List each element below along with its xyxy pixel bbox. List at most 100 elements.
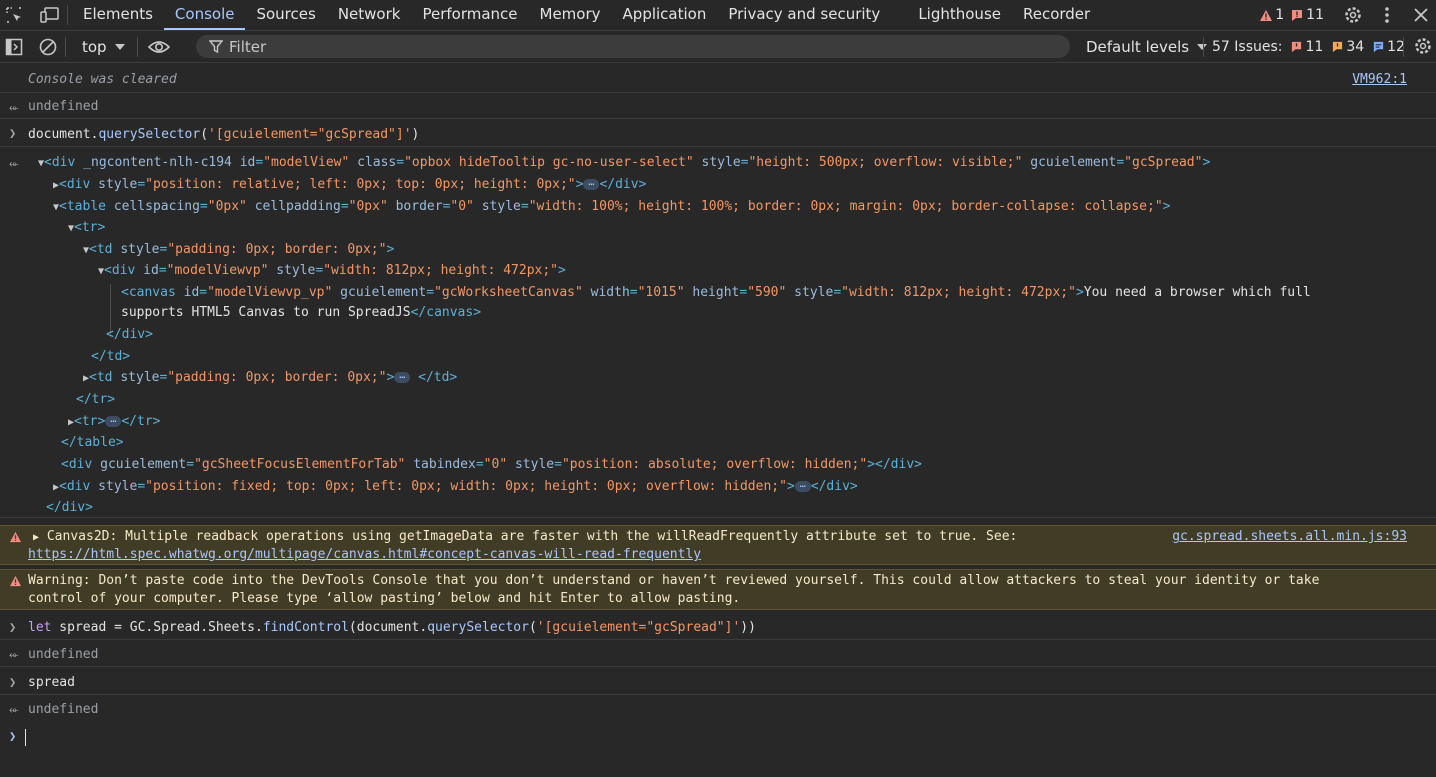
error-issue-icon: [1292, 41, 1302, 52]
dom-node-fixed-div[interactable]: ▶<div style="position: fixed; top: 0px; …: [53, 479, 858, 494]
more-options-icon[interactable]: [1376, 4, 1398, 26]
inspect-element-icon[interactable]: [3, 4, 25, 26]
dom-tree-result: ⬰ ▼<div _ngcontent-nlh-c194 id="modelVie…: [0, 148, 1436, 518]
dom-node-modelview[interactable]: ▼<div _ngcontent-nlh-c194 id="modelView"…: [38, 155, 1210, 170]
toolbar-divider: [136, 36, 138, 57]
tab-recorder[interactable]: Recorder: [1012, 0, 1101, 30]
dom-close-td: </td>: [91, 349, 131, 364]
context-label: top: [82, 37, 107, 56]
tab-divider: [67, 5, 68, 25]
command-text[interactable]: document.querySelector('[gcuielement="gc…: [28, 127, 419, 142]
console-toolbar: top Filter Default levels 57 Issues: 11 …: [0, 31, 1436, 63]
command-text[interactable]: let spread = GC.Spread.Sheets.findContro…: [28, 620, 756, 635]
dom-close-div: </div>: [106, 327, 153, 342]
ellipsis-badge[interactable]: …: [794, 480, 811, 492]
console-input-row: ❯ let spread = GC.Spread.Sheets.findCont…: [0, 614, 1436, 640]
dom-close-table: </table>: [61, 435, 124, 450]
dom-node-relative-div[interactable]: ▶<div style="position: relative; left: 0…: [53, 177, 646, 192]
dom-node-table[interactable]: ▼<table cellspacing="0px" cellpadding="0…: [53, 199, 1170, 214]
collapsed-triangle-icon[interactable]: ▶: [33, 532, 39, 543]
tab-application[interactable]: Application: [612, 0, 718, 30]
dom-node-focus-div[interactable]: <div gcuielement="gcSheetFocusElementFor…: [61, 457, 922, 472]
issues-counter[interactable]: 57 Issues: 11 34 12: [1212, 31, 1405, 62]
toolbar-divider: [1403, 37, 1404, 57]
settings-gear-icon[interactable]: [1342, 4, 1364, 26]
warning-issue-icon: [1333, 41, 1343, 52]
result-arrow-icon: ⬰: [9, 100, 19, 114]
result-value: undefined: [28, 647, 99, 662]
result-arrow-icon: ⬰: [9, 156, 19, 170]
dom-node-tr-2[interactable]: ▶<tr>… </tr>: [68, 414, 160, 429]
dom-node-td-2[interactable]: ▶<td style="padding: 0px; border: 0px;">…: [83, 370, 457, 385]
tab-performance[interactable]: Performance: [411, 0, 528, 30]
dom-node-td[interactable]: ▼<td style="padding: 0px; border: 0px;">: [83, 242, 394, 257]
tab-network[interactable]: Network: [327, 0, 412, 30]
tab-elements[interactable]: Elements: [72, 0, 164, 30]
text-cursor: [25, 729, 26, 746]
issues-warnings-count: 34: [1346, 38, 1365, 55]
info-issue-icon: [1374, 41, 1384, 52]
live-expression-eye-icon[interactable]: [147, 36, 170, 58]
result-arrow-icon: ⬰: [9, 702, 19, 716]
log-levels-label: Default levels: [1086, 37, 1190, 56]
result-arrow-icon: ⬰: [9, 647, 19, 661]
error-count: 11: [1306, 7, 1324, 23]
dom-canvas-text-line2: supports HTML5 Canvas to run SpreadJS</c…: [121, 305, 482, 320]
prompt-chevron-icon: ❯: [9, 729, 17, 743]
filter-funnel-icon: [209, 40, 223, 53]
filter-placeholder: Filter: [229, 37, 267, 56]
ellipsis-badge[interactable]: …: [394, 371, 411, 383]
input-chevron-icon: ❯: [9, 126, 17, 140]
chevron-down-icon: [114, 43, 125, 50]
warning-count: 1: [1275, 7, 1285, 23]
warning-triangle-icon: [9, 575, 22, 587]
close-icon[interactable]: [1410, 4, 1432, 26]
dom-node-tr[interactable]: ▼<tr>: [68, 220, 105, 235]
issues-label: 57 Issues:: [1212, 38, 1283, 55]
console-cleared-text: Console was cleared: [28, 72, 177, 87]
input-chevron-icon: ❯: [9, 675, 17, 689]
devtools-tab-bar: Elements Console Sources Network Perform…: [0, 0, 1436, 31]
tab-memory[interactable]: Memory: [529, 0, 612, 30]
toolbar-divider: [65, 36, 66, 57]
console-warning-canvas2d: ▶ Canvas2D: Multiple readback operations…: [0, 525, 1436, 565]
console-result-row: ⬰ undefined: [0, 641, 1436, 667]
input-chevron-icon: ❯: [9, 620, 17, 634]
result-value: undefined: [28, 702, 99, 717]
warning-triangle-icon: [9, 531, 22, 543]
console-cleared-message: Console was cleared VM962:1: [0, 63, 1436, 93]
warning-count-badge[interactable]: 1: [1259, 7, 1284, 23]
tab-console[interactable]: Console: [163, 0, 246, 30]
filter-input[interactable]: Filter: [196, 35, 1070, 58]
warning-icon: [1260, 9, 1273, 21]
tab-sources[interactable]: Sources: [245, 0, 326, 30]
source-link-gc-spread[interactable]: gc.spread.sheets.all.min.js:93: [1172, 529, 1407, 544]
log-levels-dropdown[interactable]: Default levels: [1086, 31, 1208, 62]
console-input-row: ❯ spread: [0, 668, 1436, 695]
ellipsis-badge[interactable]: …: [583, 178, 600, 190]
paste-warning-line1: Warning: Don’t paste code into the DevTo…: [28, 573, 1320, 588]
source-link-vm962[interactable]: VM962:1: [1352, 72, 1407, 87]
context-selector[interactable]: top: [82, 38, 125, 56]
error-flag-icon: [1292, 9, 1303, 21]
command-text[interactable]: spread: [28, 675, 75, 690]
tab-lighthouse[interactable]: Lighthouse: [907, 0, 1012, 30]
tab-privacy-and-security[interactable]: Privacy and security: [717, 0, 891, 30]
dom-node-canvas[interactable]: <canvas id="modelViewvp_vp" gcuielement=…: [121, 285, 1311, 300]
console-settings-gear-icon[interactable]: [1412, 35, 1434, 57]
device-toolbar-icon[interactable]: [39, 4, 61, 26]
warning-spec-link[interactable]: https://html.spec.whatwg.org/multipage/c…: [28, 547, 701, 562]
console-result-row: ⬰ undefined: [0, 94, 1436, 119]
result-value: undefined: [28, 99, 99, 114]
dom-node-viewport-div[interactable]: ▼<div id="modelViewvp" style="width: 812…: [98, 263, 566, 278]
console-prompt[interactable]: ❯: [0, 724, 1436, 754]
ellipsis-badge[interactable]: …: [105, 415, 122, 427]
clear-console-icon[interactable]: [37, 36, 59, 58]
dom-close-div-root: </div>: [46, 500, 93, 515]
dom-close-tr: </tr>: [76, 392, 116, 407]
console-input-row: ❯ document.querySelector('[gcuielement="…: [0, 120, 1436, 147]
error-count-badge[interactable]: 11: [1290, 7, 1324, 23]
console-result-row: ⬰ undefined: [0, 696, 1436, 722]
sidebar-toggle-icon[interactable]: [3, 36, 25, 58]
issues-errors-count: 11: [1305, 38, 1324, 55]
